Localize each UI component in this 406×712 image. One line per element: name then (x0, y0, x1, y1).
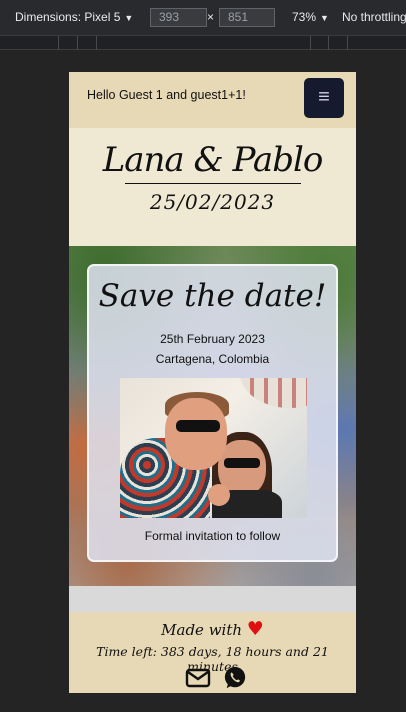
save-the-date-title: Save the date! (98, 278, 327, 314)
chevron-down-icon: ▼ (124, 13, 134, 23)
save-the-date-card: Save the date! 25th February 2023 Cartag… (87, 264, 338, 562)
street-pavement (69, 586, 356, 612)
names-underline (125, 183, 301, 184)
top-navbar: Hello Guest 1 and guest1+1! ≡ (69, 72, 356, 128)
couple-header: Lana & Pablo 25/02/2023 (69, 128, 356, 246)
times-sign: × (207, 10, 215, 24)
devtools-toolbar: Dimensions: Pixel 5 ▼ 393 × 851 73% ▼ No t… (0, 0, 406, 35)
zoom-dropdown[interactable]: 73% ▼ (292, 10, 329, 24)
couple-photo (120, 378, 307, 518)
made-with-label: Made with (161, 621, 243, 639)
chevron-down-icon: ▼ (320, 13, 329, 23)
hamburger-menu-button[interactable]: ≡ (304, 78, 344, 118)
width-input[interactable]: 393 (150, 8, 207, 27)
couple-names: Lana & Pablo (102, 140, 324, 180)
zoom-label: 73% (292, 10, 317, 24)
event-location: Cartagena, Colombia (155, 352, 270, 366)
countdown-timer: Time left: 383 days, 18 hours and 21 min… (96, 644, 329, 674)
envelope-icon[interactable] (185, 666, 211, 690)
height-input[interactable]: 851 (219, 8, 275, 27)
media-query-ruler[interactable] (0, 35, 406, 50)
hero-background: Save the date! 25th February 2023 Cartag… (69, 246, 356, 612)
page-footer: Made with ♥ Time left: 383 days, 18 hour… (69, 612, 356, 693)
heart-icon: ♥ (246, 618, 264, 640)
wedding-date: 25/02/2023 (149, 190, 276, 214)
whatsapp-icon[interactable] (222, 666, 248, 690)
mobile-viewport: Hello Guest 1 and guest1+1! ≡ Lana & Pab… (69, 72, 356, 693)
made-with-text: Made with ♥ (69, 618, 356, 640)
dimensions-dropdown[interactable]: Dimensions: Pixel 5 ▼ (15, 10, 133, 24)
event-date: 25th February 2023 (160, 332, 265, 346)
invitation-note: Formal invitation to follow (144, 529, 281, 543)
dimensions-label: Dimensions: Pixel 5 (15, 10, 121, 24)
throttling-dropdown[interactable]: No throttling (342, 10, 406, 24)
guest-greeting: Hello Guest 1 and guest1+1! (87, 88, 246, 102)
hamburger-menu-icon: ≡ (318, 86, 330, 108)
